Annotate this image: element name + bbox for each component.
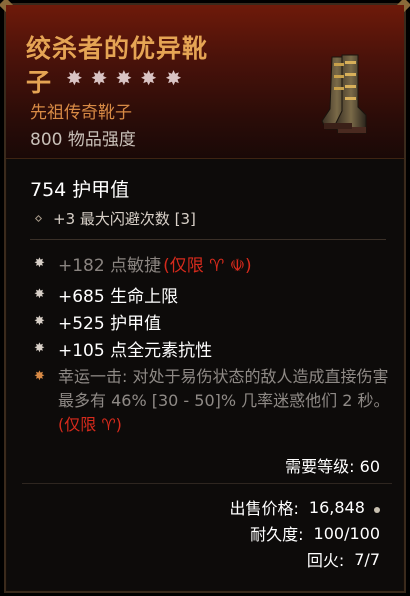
class-requirement: (仅限 ♈) — [58, 415, 122, 434]
star-icon: ✸ — [140, 66, 158, 90]
sell-price-label: 出售价格: — [229, 499, 299, 518]
item-name-line1: 绞杀者的优异靴 — [26, 34, 209, 63]
implicit-affix: +3 最大闪避次数 [3] — [34, 208, 196, 229]
star-bullet-icon: ✸ — [34, 341, 45, 356]
legendary-aspect: ✸ 幸运一击: 对处于易伤状态的敌人造成直接伤害最多有 46% [30 - 50… — [34, 365, 390, 437]
greater-affix-stars: ✸ ✸ ✸ ✸ ✸ — [66, 65, 182, 91]
temper-value: 7/7 — [354, 549, 380, 569]
sell-price: 出售价格: 16,848 — [230, 495, 380, 519]
star-bullet-icon: ✸ — [34, 256, 45, 271]
class-requirement: (仅限 ♈ ☫) — [163, 256, 252, 276]
diamond-bullet-icon — [34, 214, 43, 223]
implicit-affix-text: +3 最大闪避次数 [3] — [53, 210, 196, 228]
temper: 回火: 7/7 — [307, 547, 380, 571]
affix-text: +525 护甲值 — [58, 314, 162, 334]
durability-value: 100/100 — [313, 523, 380, 543]
affix-text: +182 点敏捷 — [58, 256, 162, 276]
affix-row: ✸ +525 护甲值 — [34, 309, 161, 334]
star-bullet-icon: ✸ — [34, 314, 45, 329]
affix-row: ✸ +685 生命上限 — [34, 282, 178, 307]
legendary-star-icon: ✸ — [34, 369, 45, 384]
item-tooltip: 绞杀者的优异靴 子 ✸ ✸ ✸ ✸ ✸ 先祖传奇靴子 800 物品强度 754 … — [0, 0, 410, 593]
gold-coin-icon — [374, 506, 380, 513]
legendary-aspect-text: 幸运一击: 对处于易伤状态的敌人造成直接伤害最多有 46% [30 - 50]%… — [58, 367, 390, 410]
star-icon: ✸ — [165, 66, 182, 90]
star-icon: ✸ — [115, 66, 133, 90]
temper-label: 回火: — [306, 551, 345, 570]
item-type: 先祖传奇靴子 — [30, 103, 132, 123]
divider — [30, 239, 386, 240]
affix-text: +685 生命上限 — [58, 287, 179, 307]
affix-text: +105 点全元素抗性 — [58, 341, 213, 361]
divider — [22, 483, 392, 484]
item-name-line2: 子 — [26, 68, 52, 97]
affix-row: ✸ +105 点全元素抗性 — [34, 336, 212, 361]
tooltip-header: 绞杀者的优异靴 子 ✸ ✸ ✸ ✸ ✸ 先祖传奇靴子 800 物品强度 — [6, 5, 404, 159]
star-bullet-icon: ✸ — [34, 287, 45, 302]
durability-label: 耐久度: — [250, 525, 304, 544]
durability: 耐久度: 100/100 — [250, 521, 380, 545]
star-icon: ✸ — [90, 66, 108, 90]
armor-value: 754 护甲值 — [30, 179, 130, 201]
star-icon: ✸ — [66, 66, 83, 90]
boots-icon — [321, 54, 367, 134]
sell-price-value: 16,848 — [308, 497, 365, 517]
level-requirement: 需要等级: 60 — [285, 457, 380, 476]
item-power: 800 物品强度 — [30, 130, 136, 150]
affix-row: ✸ +182 点敏捷 (仅限 ♈ ☫) — [34, 251, 252, 276]
